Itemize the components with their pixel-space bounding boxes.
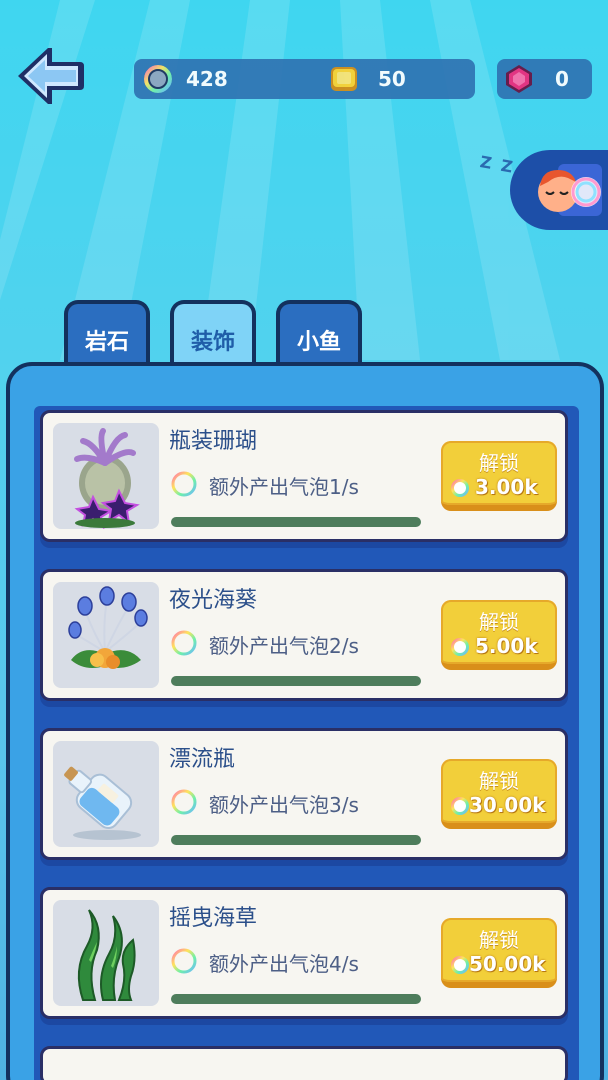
drift-bottle-icon [53,741,159,847]
bubble-counter: 428 [142,59,228,99]
progress-bar [171,835,421,845]
unlock-label: 解锁 [479,610,519,634]
tab-label: 装饰 [190,330,235,355]
progress-bar [171,676,421,686]
unlock-label: 解锁 [479,769,519,793]
unlock-cost: 30.00k [469,793,546,817]
unlock-cost: 50.00k [469,952,546,976]
bubble-count: 428 [186,67,228,91]
glowing-anemone-icon [53,582,159,688]
item-description: 额外产出气泡3/s [209,793,359,817]
rainbow-bubble-icon [171,789,197,815]
coin-count: 50 [378,67,406,91]
bottled-coral-icon [53,423,159,529]
item-name: 漂流瓶 [169,747,236,772]
tab-rock[interactable]: 岩石 [64,300,150,366]
unlock-cost: 5.00k [475,634,538,658]
back-button[interactable] [14,44,86,108]
unlock-label: 解锁 [479,928,519,952]
rainbow-bubble-icon [451,479,469,497]
item-card: 漂流瓶 额外产出气泡3/s 解锁 30.00k [40,728,568,860]
item-name: 摇曳海草 [169,906,258,931]
sleep-z-icon: Z Z [478,152,517,177]
tab-label: 岩石 [84,330,129,355]
list-item: 漂流瓶 额外产出气泡3/s 解锁 30.00k [40,728,568,866]
sleeping-character-icon [538,164,602,216]
unlock-label: 解锁 [479,451,519,475]
list-item: 摇曳海草 额外产出气泡4/s 解锁 50.00k [40,887,568,1025]
resource-bar: 428 50 [134,59,475,99]
gold-coin-icon [331,67,357,91]
list-item: 夜光海葵 额外产出气泡2/s 解锁 5.00k [40,569,568,707]
rainbow-bubble-icon [451,797,469,815]
progress-bar [171,517,421,527]
rainbow-bubble-icon [451,638,469,656]
gem-count: 0 [555,67,569,91]
unlock-button[interactable]: 解锁 30.00k [441,759,557,829]
tab-decoration[interactable]: 装饰 [170,300,256,366]
rainbow-bubble-icon [451,956,469,974]
unlock-button[interactable]: 解锁 3.00k [441,441,557,511]
progress-bar [171,994,421,1004]
item-description: 额外产出气泡2/s [209,634,359,658]
item-card: 摇曳海草 额外产出气泡4/s 解锁 50.00k [40,887,568,1019]
pink-gem-icon [506,65,532,93]
list-item-partial [40,1046,568,1080]
tab-label: 小鱼 [296,330,341,355]
item-name: 夜光海葵 [169,588,258,613]
item-description: 额外产出气泡4/s [209,952,359,976]
coin-counter: 50 [328,59,406,99]
unlock-button[interactable]: 解锁 50.00k [441,918,557,988]
swaying-seaweed-icon [53,900,159,1006]
back-arrow-icon [18,48,84,104]
unlock-button[interactable]: 解锁 5.00k [441,600,557,670]
item-card: 夜光海葵 额外产出气泡2/s 解锁 5.00k [40,569,568,701]
rainbow-bubble-icon [171,948,197,974]
sleep-reward-button[interactable] [510,150,608,230]
unlock-cost: 3.00k [475,475,538,499]
tab-fish[interactable]: 小鱼 [276,300,362,366]
gem-counter: 0 [497,59,592,99]
rainbow-bubble-icon [171,630,197,656]
item-description: 额外产出气泡1/s [209,475,359,499]
rainbow-bubble-icon [144,65,172,93]
item-name: 瓶装珊瑚 [169,429,258,454]
item-card: 瓶装珊瑚 额外产出气泡1/s 解锁 3.00k [40,410,568,542]
rainbow-bubble-icon [171,471,197,497]
list-item: 瓶装珊瑚 额外产出气泡1/s 解锁 3.00k [40,410,568,548]
